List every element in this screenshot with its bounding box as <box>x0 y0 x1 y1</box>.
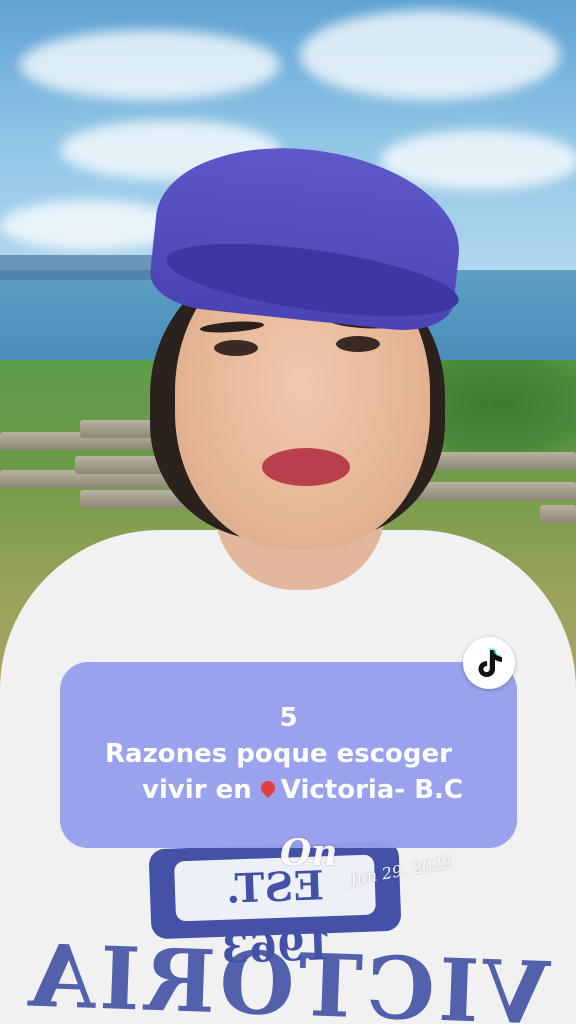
right-eye <box>336 336 380 352</box>
script-watermark: On <box>280 832 338 874</box>
caption-line-3-suffix: Victoria- B.C <box>280 775 463 805</box>
caption-card: 5 Razones poque escoger vivir en Victori… <box>60 662 517 848</box>
caption-number: 5 <box>279 703 298 733</box>
left-eye <box>214 340 258 356</box>
fence-rail <box>540 505 576 523</box>
lips <box>262 448 350 486</box>
tiktok-note-icon <box>478 648 502 677</box>
caption-line-3: vivir en Victoria- B.C <box>74 772 531 808</box>
caption-line-3-prefix: vivir en <box>142 775 261 805</box>
cloud <box>300 10 560 100</box>
shirt-print-label: EST. 1963 <box>174 854 376 973</box>
video-frame[interactable]: EST. 1963 VICTORIA 5 Razones poque escog… <box>0 0 576 1024</box>
fence-rail <box>410 482 576 500</box>
caption-line-2: Razones poque escoger <box>105 739 452 769</box>
cloud <box>20 30 280 100</box>
tiktok-logo-icon[interactable] <box>463 637 515 689</box>
shirt-print-text: VICTORIA <box>23 925 552 1024</box>
